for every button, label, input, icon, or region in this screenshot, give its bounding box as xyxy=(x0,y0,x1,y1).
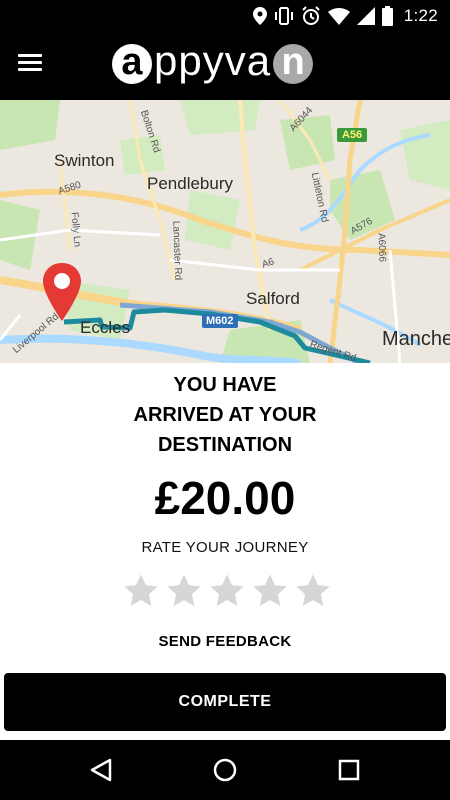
recents-icon[interactable] xyxy=(334,756,364,784)
star-rating xyxy=(122,572,332,610)
star-icon[interactable] xyxy=(122,572,160,610)
status-time: 1:22 xyxy=(403,6,438,25)
appyvan-logo: a ppyva n xyxy=(112,37,314,87)
home-icon[interactable] xyxy=(210,756,240,784)
a-road-sign: A56 xyxy=(337,128,368,142)
map-town-label: Manche xyxy=(382,328,450,350)
logo-text: ppyva xyxy=(154,37,272,84)
complete-button[interactable]: COMPLETE xyxy=(4,673,446,731)
star-icon[interactable] xyxy=(165,572,203,610)
hamburger-menu-icon[interactable] xyxy=(18,50,52,80)
fare-amount: £20.00 xyxy=(154,472,296,524)
motorway-sign: M602 xyxy=(202,314,238,328)
rate-journey-label: RATE YOUR JOURNEY xyxy=(141,539,309,556)
vibrate-icon xyxy=(274,7,293,25)
map-town-label: Pendlebury xyxy=(147,174,234,193)
map-town-label: Salford xyxy=(246,289,300,308)
arrived-line: YOU HAVE xyxy=(173,374,277,396)
map-town-label: Swinton xyxy=(54,151,115,170)
star-icon[interactable] xyxy=(208,572,246,610)
location-icon xyxy=(252,7,267,25)
app-bar: a ppyva n xyxy=(0,32,450,100)
battery-icon xyxy=(381,6,393,26)
map-road-label: A6066 xyxy=(375,232,388,263)
logo-letter-a: a xyxy=(112,43,152,84)
status-bar: 1:22 xyxy=(0,0,450,32)
arrived-line: ARRIVED AT YOUR xyxy=(133,404,317,426)
back-icon[interactable] xyxy=(86,756,116,784)
system-nav-bar xyxy=(0,740,450,800)
alarm-icon xyxy=(301,6,320,25)
route-map[interactable]: Swinton Pendlebury Salford Eccles Manche… xyxy=(0,100,450,363)
signal-icon xyxy=(356,7,375,25)
star-icon[interactable] xyxy=(251,572,289,610)
star-icon[interactable] xyxy=(294,572,332,610)
logo-letter-n: n xyxy=(273,43,314,84)
wifi-icon xyxy=(327,8,350,25)
map-road-label: Lancaster Rd xyxy=(170,220,184,281)
arrived-message: YOU HAVE ARRIVED AT YOUR DESTINATION xyxy=(0,370,450,460)
status-icons: 1:22 xyxy=(252,5,438,27)
send-feedback-link[interactable]: SEND FEEDBACK xyxy=(0,633,450,650)
map-town-label: Eccles xyxy=(80,318,131,337)
arrived-line: DESTINATION xyxy=(157,434,293,456)
